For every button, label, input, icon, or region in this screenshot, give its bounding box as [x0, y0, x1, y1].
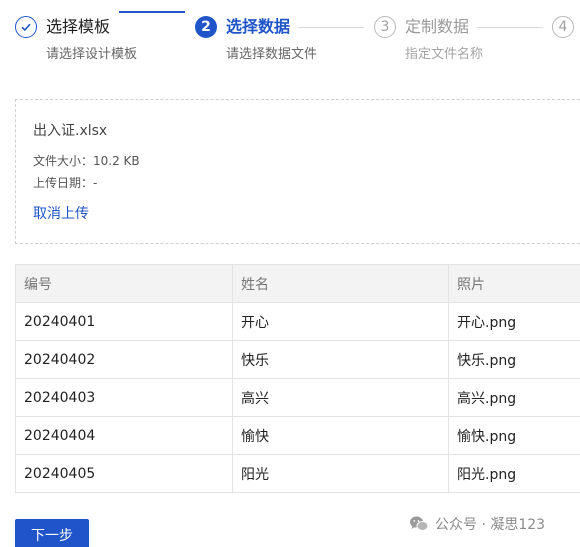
table-row: 20240404 愉快 愉快.png	[15, 416, 580, 455]
check-icon	[15, 16, 37, 38]
step-1-description: 请选择设计模板	[46, 47, 138, 62]
cell-name: 高兴	[232, 378, 449, 417]
watermark: 公众号 · 凝思123	[409, 514, 545, 534]
step-4-number: 4	[552, 16, 574, 38]
cell-id: 20240401	[15, 302, 233, 341]
step-3-title: 定制数据	[405, 17, 470, 36]
table-row: 20240401 开心 开心.png	[15, 302, 580, 341]
column-header-name: 姓名	[232, 264, 449, 303]
cell-id: 20240403	[15, 378, 233, 417]
cell-photo: 高兴.png	[448, 378, 580, 417]
step-3-description: 指定文件名称	[405, 47, 484, 62]
step-1-title: 选择模板	[46, 17, 111, 36]
step-3-number: 3	[374, 16, 396, 38]
page: 选择模板 请选择设计模板 2 选择数据 请选择数据文件 3 定制数据 指定文件名…	[0, 0, 580, 547]
step-connector-3	[477, 27, 543, 28]
file-name: 出入证.xlsx	[33, 123, 108, 139]
table-row: 20240402 快乐 快乐.png	[15, 340, 580, 379]
upload-file-card: 出入证.xlsx 文件大小：10.2 KB 上传日期：- 取消上传	[15, 99, 580, 244]
data-table: 编号 姓名 照片 20240401 开心 开心.png 20240402 快乐 …	[15, 264, 580, 493]
step-2-title: 选择数据	[226, 17, 291, 36]
upload-date: 上传日期：-	[33, 176, 98, 190]
step-2-number: 2	[195, 16, 217, 38]
file-size: 文件大小：10.2 KB	[33, 154, 140, 168]
step-connector-2	[298, 27, 364, 28]
cell-name: 开心	[232, 302, 449, 341]
wechat-icon	[409, 515, 429, 533]
cell-id: 20240405	[15, 454, 233, 493]
cell-photo: 快乐.png	[448, 340, 580, 379]
cell-id: 20240402	[15, 340, 233, 379]
steps-bar: 选择模板 请选择设计模板 2 选择数据 请选择数据文件 3 定制数据 指定文件名…	[0, 0, 580, 70]
cell-photo: 开心.png	[448, 302, 580, 341]
cell-name: 阳光	[232, 454, 449, 493]
cell-name: 快乐	[232, 340, 449, 379]
cancel-upload-link[interactable]: 取消上传	[33, 203, 89, 223]
column-header-id: 编号	[15, 264, 233, 303]
table-row: 20240405 阳光 阳光.png	[15, 454, 580, 493]
step-2-description: 请选择数据文件	[226, 47, 318, 62]
step-connector-1	[119, 11, 185, 13]
column-header-photo: 照片	[448, 264, 580, 303]
cell-photo: 阳光.png	[448, 454, 580, 493]
cell-photo: 愉快.png	[448, 416, 580, 455]
table-header-row: 编号 姓名 照片	[15, 264, 580, 303]
next-step-button[interactable]: 下一步	[15, 519, 89, 547]
table-row: 20240403 高兴 高兴.png	[15, 378, 580, 417]
cell-name: 愉快	[232, 416, 449, 455]
watermark-text: 公众号 · 凝思123	[435, 517, 546, 533]
cell-id: 20240404	[15, 416, 233, 455]
